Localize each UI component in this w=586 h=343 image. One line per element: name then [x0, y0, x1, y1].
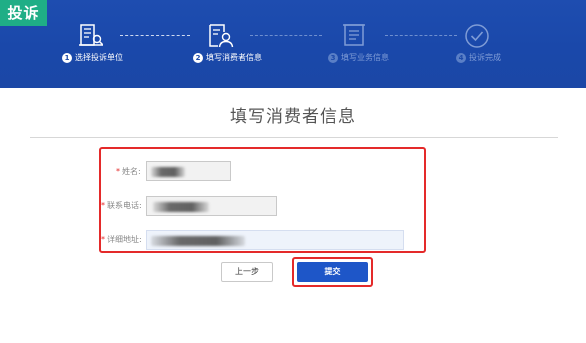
step-connector: [385, 35, 457, 36]
step-4-number: 4: [456, 53, 466, 63]
required-mark: *: [101, 201, 105, 210]
step-3-number: 3: [328, 53, 338, 63]
address-label: * 详细地址:: [101, 234, 142, 245]
name-label-text: 姓名:: [122, 167, 141, 176]
submit-button[interactable]: 提交: [297, 262, 368, 282]
step-1-number: 1: [62, 53, 72, 63]
step-2-label: 填写消费者信息: [206, 53, 262, 62]
address-input[interactable]: [146, 230, 404, 250]
redacted-text: [151, 167, 185, 177]
required-mark: *: [101, 235, 105, 244]
step-connector: [250, 35, 322, 36]
step-connector: [120, 35, 190, 36]
document-icon: [343, 24, 365, 46]
name-input[interactable]: [146, 161, 231, 181]
complaint-tag: 投诉: [0, 0, 47, 26]
address-label-text: 详细地址:: [107, 235, 142, 244]
step-4-label: 投诉完成: [469, 53, 501, 62]
title-divider: [30, 137, 558, 138]
header-banner: 投诉 1 选择投诉单位 2 填写消费者信息 3 填写业务信息 4 投诉完成: [0, 0, 586, 88]
page-title: 填写消费者信息: [230, 107, 356, 127]
phone-input[interactable]: [146, 196, 277, 216]
redacted-text: [153, 202, 209, 212]
redacted-text: [151, 236, 245, 246]
step-2-number: 2: [193, 53, 203, 63]
person-form-icon: [209, 24, 234, 48]
building-search-icon: [79, 24, 104, 46]
name-label: * 姓名:: [116, 166, 141, 177]
phone-label-text: 联系电话:: [107, 201, 142, 210]
check-circle-icon: [465, 24, 489, 48]
phone-label: * 联系电话:: [101, 200, 142, 211]
prev-step-button[interactable]: 上一步: [221, 262, 273, 282]
required-mark: *: [116, 167, 120, 176]
step-3-label: 填写业务信息: [341, 53, 389, 62]
step-1-label: 选择投诉单位: [75, 53, 123, 62]
